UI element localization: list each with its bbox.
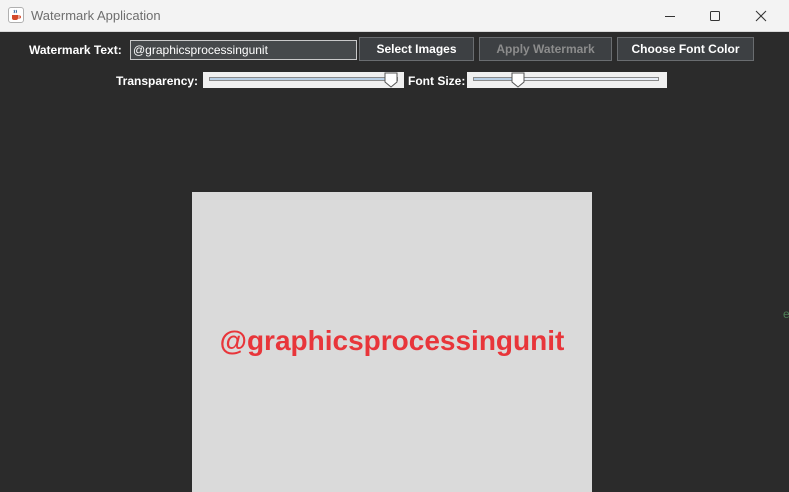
maximize-icon: [710, 10, 720, 21]
transparency-slider[interactable]: [203, 72, 404, 88]
font-size-slider[interactable]: [467, 72, 667, 88]
transparency-thumb[interactable]: [384, 72, 398, 88]
choose-font-color-button[interactable]: Choose Font Color: [617, 37, 754, 61]
select-images-button[interactable]: Select Images: [359, 37, 474, 61]
apply-watermark-button[interactable]: Apply Watermark: [479, 37, 612, 61]
app-window: Watermark Application Watermark Text: Se…: [0, 0, 789, 492]
watermark-preview-text: @graphicsprocessingunit: [219, 325, 565, 356]
font-size-label: Font Size:: [408, 74, 466, 88]
edge-text-fragment: e: [783, 307, 789, 321]
watermark-text-input[interactable]: [130, 40, 357, 60]
minimize-button[interactable]: [647, 0, 693, 31]
title-bar[interactable]: Watermark Application: [0, 0, 789, 32]
minimize-icon: [665, 15, 675, 17]
watermark-text-label: Watermark Text:: [29, 43, 122, 57]
java-coffee-cup-icon: [8, 7, 24, 23]
transparency-label: Transparency:: [116, 74, 199, 88]
image-preview: @graphicsprocessingunit: [192, 192, 592, 492]
maximize-button[interactable]: [692, 0, 738, 31]
window-title: Watermark Application: [31, 8, 161, 23]
close-icon: [755, 10, 767, 21]
font-size-thumb[interactable]: [511, 72, 525, 88]
transparency-fill: [210, 78, 390, 80]
close-button[interactable]: [738, 0, 784, 31]
